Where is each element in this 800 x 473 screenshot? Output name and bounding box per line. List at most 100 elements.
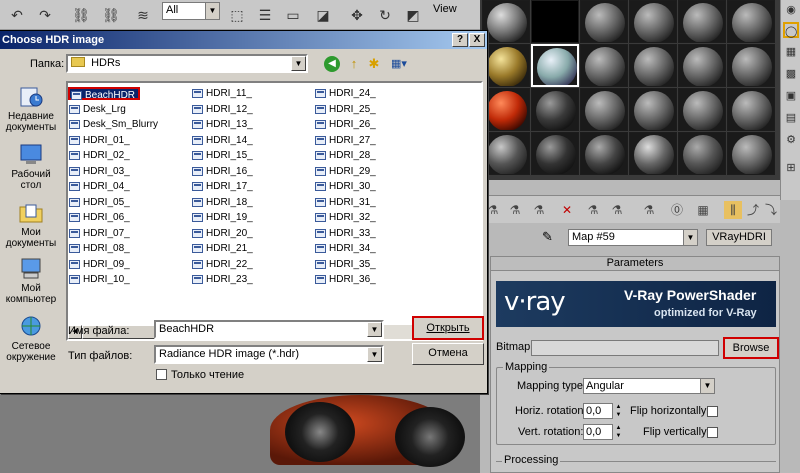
file-item[interactable]: HDRI_29_ bbox=[314, 165, 376, 178]
file-item[interactable]: Desk_Sm_Blurry bbox=[68, 118, 158, 131]
file-item[interactable]: HDRI_20_ bbox=[191, 227, 253, 240]
file-item[interactable]: HDRI_21_ bbox=[191, 242, 253, 255]
file-item[interactable]: HDRI_16_ bbox=[191, 165, 253, 178]
vert-rotation-input[interactable]: 0,0 bbox=[583, 424, 613, 440]
file-item[interactable]: HDRI_24_ bbox=[314, 87, 376, 100]
file-item[interactable]: HDRI_07_ bbox=[68, 227, 130, 240]
material-slot[interactable] bbox=[531, 88, 579, 131]
selection-filter-select[interactable]: All ▼ bbox=[162, 2, 220, 20]
material-slot[interactable] bbox=[580, 132, 628, 175]
file-item[interactable]: HDRI_25_ bbox=[314, 103, 376, 116]
back-icon[interactable]: ◀ bbox=[324, 56, 340, 72]
flip-vertically-checkbox[interactable] bbox=[707, 427, 718, 438]
file-item[interactable]: HDRI_26_ bbox=[314, 118, 376, 131]
chevron-down-icon[interactable]: ▼ bbox=[367, 347, 382, 362]
file-item[interactable]: HDRI_33_ bbox=[314, 227, 376, 240]
link-icon[interactable]: ⛓ bbox=[70, 4, 92, 26]
file-item[interactable]: HDRI_04_ bbox=[68, 180, 130, 193]
close-button[interactable]: X bbox=[469, 33, 485, 47]
assign-material-icon[interactable]: ⚗ bbox=[530, 201, 548, 219]
horiz-rotation-input[interactable]: 0,0 bbox=[583, 403, 613, 419]
place-desktop[interactable]: Рабочий стол bbox=[0, 143, 62, 199]
filename-input[interactable]: BeachHDR ▼ bbox=[154, 320, 384, 339]
file-item-selected[interactable]: BeachHDR bbox=[68, 87, 141, 101]
show-map-icon[interactable]: ▦ bbox=[694, 201, 712, 219]
file-item[interactable]: HDRI_22_ bbox=[191, 258, 253, 271]
select-by-name-icon[interactable]: ☰ bbox=[254, 4, 276, 26]
chevron-down-icon[interactable]: ▼ bbox=[291, 56, 306, 71]
browse-button[interactable]: Browse bbox=[723, 337, 779, 359]
chevron-down-icon[interactable]: ▼ bbox=[683, 230, 697, 245]
material-slot[interactable] bbox=[678, 132, 726, 175]
bind-spacewarp-icon[interactable]: ≋ bbox=[132, 4, 154, 26]
material-slot[interactable] bbox=[727, 132, 775, 175]
file-item[interactable]: HDRI_09_ bbox=[68, 258, 130, 271]
dialog-titlebar[interactable]: Choose HDR image ? X bbox=[0, 31, 487, 49]
map-type-button[interactable]: VRayHDRI bbox=[706, 229, 772, 246]
place-recent[interactable]: Недавние документы bbox=[0, 85, 62, 141]
reset-map-icon[interactable]: ✕ bbox=[558, 201, 576, 219]
file-item[interactable]: HDRI_30_ bbox=[314, 180, 376, 193]
file-item[interactable]: HDRI_23_ bbox=[191, 273, 253, 286]
redo-icon[interactable]: ↷ bbox=[34, 4, 56, 26]
file-item[interactable]: HDRI_13_ bbox=[191, 118, 253, 131]
file-item[interactable]: HDRI_31_ bbox=[314, 196, 376, 209]
material-slot[interactable] bbox=[678, 0, 726, 43]
material-slot[interactable] bbox=[531, 132, 579, 175]
undo-icon[interactable]: ↶ bbox=[6, 4, 28, 26]
file-item[interactable]: HDRI_10_ bbox=[68, 273, 130, 286]
options-icon[interactable]: ⚙ bbox=[783, 132, 799, 148]
file-list[interactable]: BeachHDR Desk_Lrg Desk_Sm_Blurry HDRI_01_ HD… bbox=[66, 81, 483, 341]
go-to-parent-icon[interactable]: ⤴ bbox=[744, 201, 762, 219]
select-object-icon[interactable]: ⬚ bbox=[226, 4, 248, 26]
file-item[interactable]: HDRI_34_ bbox=[314, 242, 376, 255]
file-item[interactable]: HDRI_36_ bbox=[314, 273, 376, 286]
file-item[interactable]: HDRI_32_ bbox=[314, 211, 376, 224]
file-item[interactable]: HDRI_01_ bbox=[68, 134, 130, 147]
file-item[interactable]: HDRI_35_ bbox=[314, 258, 376, 271]
material-slot[interactable] bbox=[482, 44, 530, 87]
folder-select[interactable]: HDRs ▼ bbox=[66, 54, 308, 73]
file-item[interactable]: HDRI_08_ bbox=[68, 242, 130, 255]
material-slot[interactable] bbox=[629, 44, 677, 87]
chevron-down-icon[interactable]: ▼ bbox=[367, 322, 382, 337]
file-item[interactable]: HDRI_17_ bbox=[191, 180, 253, 193]
file-item[interactable]: HDRI_12_ bbox=[191, 103, 253, 116]
bitmap-path-field[interactable] bbox=[531, 340, 719, 356]
readonly-checkbox[interactable] bbox=[156, 369, 167, 380]
make-preview-icon[interactable]: ▤ bbox=[783, 110, 799, 126]
material-slot[interactable] bbox=[482, 0, 530, 43]
material-slot[interactable] bbox=[531, 0, 579, 43]
scale-icon[interactable]: ◩ bbox=[402, 4, 424, 26]
material-slot[interactable] bbox=[629, 88, 677, 131]
reference-coord-select[interactable]: View bbox=[430, 2, 478, 20]
material-slot[interactable] bbox=[482, 88, 530, 131]
make-unique-icon[interactable]: ⚗ bbox=[608, 201, 626, 219]
new-folder-icon[interactable]: ✱ bbox=[366, 56, 382, 72]
material-slot[interactable] bbox=[629, 132, 677, 175]
put-to-scene-icon[interactable]: ⚗ bbox=[506, 201, 524, 219]
eyedropper-icon[interactable]: ✎ bbox=[542, 229, 562, 246]
place-network[interactable]: Сетевое окружение bbox=[0, 315, 62, 371]
file-item[interactable]: HDRI_15_ bbox=[191, 149, 253, 162]
filetype-select[interactable]: Radiance HDR image (*.hdr) ▼ bbox=[154, 345, 384, 364]
rect-selection-icon[interactable]: ▭ bbox=[282, 4, 304, 26]
background-icon[interactable]: ▦ bbox=[783, 44, 799, 60]
material-slot[interactable] bbox=[678, 44, 726, 87]
uv-tiling-icon[interactable]: ▩ bbox=[783, 66, 799, 82]
file-item[interactable]: HDRI_05_ bbox=[68, 196, 130, 209]
copy-material-icon[interactable]: ⚗ bbox=[584, 201, 602, 219]
file-item[interactable]: HDRI_06_ bbox=[68, 211, 130, 224]
vert-rotation-spinner[interactable]: ▲ ▼ bbox=[614, 424, 623, 440]
help-button[interactable]: ? bbox=[452, 33, 468, 47]
material-slot[interactable] bbox=[727, 44, 775, 87]
material-slot[interactable] bbox=[580, 0, 628, 43]
material-slot[interactable] bbox=[580, 88, 628, 131]
place-my-computer[interactable]: Мой компьютер bbox=[0, 257, 62, 313]
mapping-type-select[interactable]: Angular ▼ bbox=[583, 378, 715, 394]
video-check-icon[interactable]: ▣ bbox=[783, 88, 799, 104]
flip-horizontally-checkbox[interactable] bbox=[707, 406, 718, 417]
sample-type-icon[interactable]: ◉ bbox=[783, 2, 799, 18]
map-name-field[interactable]: Map #59 ▼ bbox=[568, 229, 698, 246]
backlight-icon[interactable]: ◯ bbox=[783, 22, 799, 38]
